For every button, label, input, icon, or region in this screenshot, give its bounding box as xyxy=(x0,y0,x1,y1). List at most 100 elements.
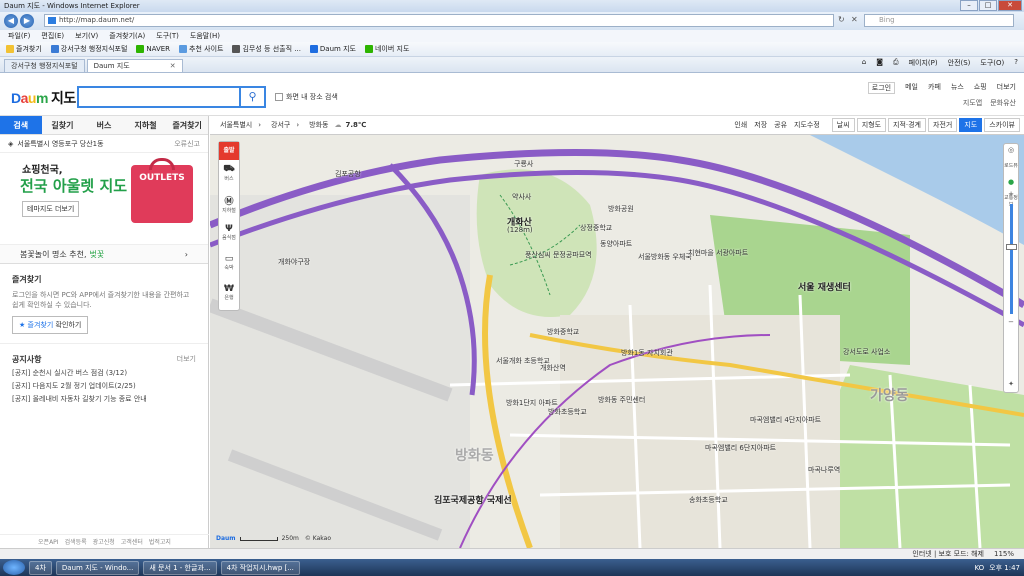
breadcrumb-dong[interactable]: 방화동 xyxy=(309,120,328,130)
back-button[interactable]: ◀ xyxy=(4,14,18,28)
search-input[interactable] xyxy=(77,86,239,108)
taskbar-item[interactable]: Daum 지도 - Windo... xyxy=(55,560,140,575)
fav-item-naver[interactable]: NAVER xyxy=(136,45,170,53)
favorites-check-button[interactable]: ★ 즐겨찾기 확인하기 xyxy=(12,316,89,334)
footer-link[interactable]: 고객센터 xyxy=(121,537,143,546)
notice-item[interactable]: [공지] 올레내비 자동차 길찾기 기능 종료 안내 xyxy=(12,394,196,404)
taskbar-item[interactable]: 4차 xyxy=(29,560,52,575)
print-icon[interactable]: ⎙ xyxy=(893,58,899,68)
page-zoom[interactable]: 115% xyxy=(994,550,1014,558)
menu-file[interactable]: 파일(F) xyxy=(8,31,30,41)
safety-menu[interactable]: 안전(S) xyxy=(948,58,971,68)
tools-menu[interactable]: 도구(O) xyxy=(980,58,1004,68)
mode-weather[interactable]: 날씨 xyxy=(831,118,855,132)
map-label[interactable]: 개화산역 xyxy=(540,363,566,373)
report-error-link[interactable]: 오류신고 xyxy=(174,139,200,149)
map-label[interactable]: 방화공원 xyxy=(608,204,634,214)
clock[interactable]: 오후 1:47 xyxy=(989,563,1020,573)
menu-view[interactable]: 보기(V) xyxy=(75,31,98,41)
breadcrumb-district[interactable]: 강서구 xyxy=(271,120,290,130)
map-label[interactable]: 송화초등학교 xyxy=(689,495,728,505)
menu-tools[interactable]: 도구(T) xyxy=(156,31,179,41)
map-label[interactable]: 방화중학교 xyxy=(547,327,579,337)
map-label[interactable]: 강서도로 사업소 xyxy=(843,347,890,357)
map-label[interactable]: 서울방화동 우체국 xyxy=(638,252,692,262)
stop-icon[interactable]: ✕ xyxy=(851,15,858,24)
footer-link[interactable]: 법적고지 xyxy=(149,537,171,546)
promo-banner[interactable]: 봄꽃놀이 명소 추천, 벚꽃 › xyxy=(0,245,208,264)
login-link[interactable]: 로그인 xyxy=(867,82,896,94)
outlet-banner[interactable]: 쇼핑천국, 전국 아울렛 지도 테마지도 더보기 OUTLETS xyxy=(0,153,208,245)
url-field[interactable]: http://map.daum.net/ xyxy=(44,14,834,27)
mail-link[interactable]: 메일 xyxy=(905,82,918,94)
bus-tool[interactable]: ⛟ 버스 xyxy=(219,160,239,190)
map-label[interactable]: 개화야구장 xyxy=(278,257,310,267)
language-indicator[interactable]: KO xyxy=(974,564,984,572)
map-label[interactable]: 서울 재생센터 xyxy=(798,280,851,293)
taskbar-item[interactable]: 4차 작업지시.hwp [... xyxy=(220,560,300,575)
map-canvas[interactable]: 김포공항 개화산 (128m) 약사사 풍산심씨 문정공파묘역 개화야구장 서울… xyxy=(210,135,1024,548)
edit-map-link[interactable]: 지도수정 xyxy=(794,120,820,130)
mode-bicycle[interactable]: 자전거 xyxy=(928,118,958,132)
cafe-link[interactable]: 카페 xyxy=(928,82,941,94)
menu-favorites[interactable]: 즐겨찾기(A) xyxy=(109,31,145,41)
news-link[interactable]: 뉴스 xyxy=(951,82,964,94)
maximize-button[interactable]: □ xyxy=(979,0,997,11)
feed-icon[interactable]: ◙ xyxy=(876,58,883,68)
page-menu[interactable]: 페이지(P) xyxy=(909,58,938,68)
share-link[interactable]: 공유 xyxy=(774,120,787,130)
close-window-button[interactable]: ✕ xyxy=(998,0,1022,11)
footer-link[interactable]: 오픈API xyxy=(38,537,59,546)
tab-directions[interactable]: 길찾기 xyxy=(42,116,84,134)
map-label[interactable]: 마곡나루역 xyxy=(808,465,840,475)
tab-favorites[interactable]: 즐겨찾기 xyxy=(166,116,208,134)
map-label[interactable]: 김포국제공항 국제선 xyxy=(434,493,512,506)
favorites-button[interactable]: 즐겨찾기 xyxy=(6,44,42,54)
zoom-in-button[interactable]: + xyxy=(1004,190,1018,204)
map-label[interactable]: 김포공항 xyxy=(335,169,361,179)
map-label[interactable]: 방화초등학교 xyxy=(548,407,587,417)
more-link[interactable]: 더보기 xyxy=(997,82,1016,94)
menu-help[interactable]: 도움말(H) xyxy=(190,31,220,41)
help-icon[interactable]: ? xyxy=(1014,58,1018,68)
map-label[interactable]: 마곡엠밸리 4단지아파트 xyxy=(750,415,821,425)
map-label[interactable]: 방화동 주민센터 xyxy=(598,395,645,405)
map-label[interactable]: 치현마을 서광아파트 xyxy=(688,248,748,258)
taskbar-item[interactable]: 새 문서 1 - 한글과... xyxy=(143,560,217,575)
fav-item-daum-map[interactable]: Daum 지도 xyxy=(309,44,356,54)
subway-tool[interactable]: Ⓜ 지하철 xyxy=(219,190,239,220)
mode-skyview[interactable]: 스카이뷰 xyxy=(984,118,1020,132)
map-app-link[interactable]: 지도앱 xyxy=(963,98,982,108)
start-button[interactable] xyxy=(3,560,25,575)
theme-map-more-button[interactable]: 테마지도 더보기 xyxy=(22,201,80,217)
mode-terrain[interactable]: 지형도 xyxy=(856,118,887,132)
restaurant-tool[interactable]: Ψ 음식점 xyxy=(219,220,239,250)
save-link[interactable]: 저장 xyxy=(754,120,767,130)
map-label[interactable]: 구룡사 xyxy=(514,159,533,169)
map-label[interactable]: 약사사 xyxy=(512,192,531,202)
heritage-link[interactable]: 문화유산 xyxy=(990,98,1016,108)
start-point-button[interactable]: 출발 xyxy=(219,142,239,160)
close-tab-icon[interactable]: ✕ xyxy=(170,60,176,72)
map-label[interactable]: 상정중학교 xyxy=(580,223,612,233)
lodging-tool[interactable]: ▭ 숙박 xyxy=(219,250,239,280)
tab-daum-map[interactable]: Daum 지도 ✕ xyxy=(86,59,183,72)
mode-cadastral[interactable]: 지적·경계 xyxy=(888,118,927,132)
breadcrumb-city[interactable]: 서울특별시 xyxy=(220,120,252,130)
map-label[interactable]: 방화1동 자치회관 xyxy=(621,348,673,358)
roadview-button[interactable]: ◎ xyxy=(1004,146,1018,160)
zoom-out-button[interactable]: − xyxy=(1004,318,1018,332)
zoom-slider[interactable] xyxy=(1010,204,1013,314)
footer-link[interactable]: 광고신청 xyxy=(93,537,115,546)
in-screen-search-checkbox[interactable]: 화면 내 장소 검색 xyxy=(275,92,338,102)
notice-item[interactable]: [공지] 다음지도 2월 정기 업데이트(2/25) xyxy=(12,381,196,391)
tab-search[interactable]: 검색 xyxy=(0,116,42,134)
mode-map[interactable]: 지도 xyxy=(959,118,983,132)
zoom-slider-handle[interactable] xyxy=(1006,244,1017,250)
map-label[interactable]: 마곡엠밸리 6단지아파트 xyxy=(705,443,776,453)
checkbox[interactable] xyxy=(275,93,283,101)
print-link[interactable]: 인쇄 xyxy=(734,120,747,130)
map-label[interactable]: 동양아파트 xyxy=(600,239,632,249)
fav-item-naver-map[interactable]: 네이버 지도 xyxy=(364,44,409,54)
search-button[interactable]: ⚲ xyxy=(239,86,266,108)
